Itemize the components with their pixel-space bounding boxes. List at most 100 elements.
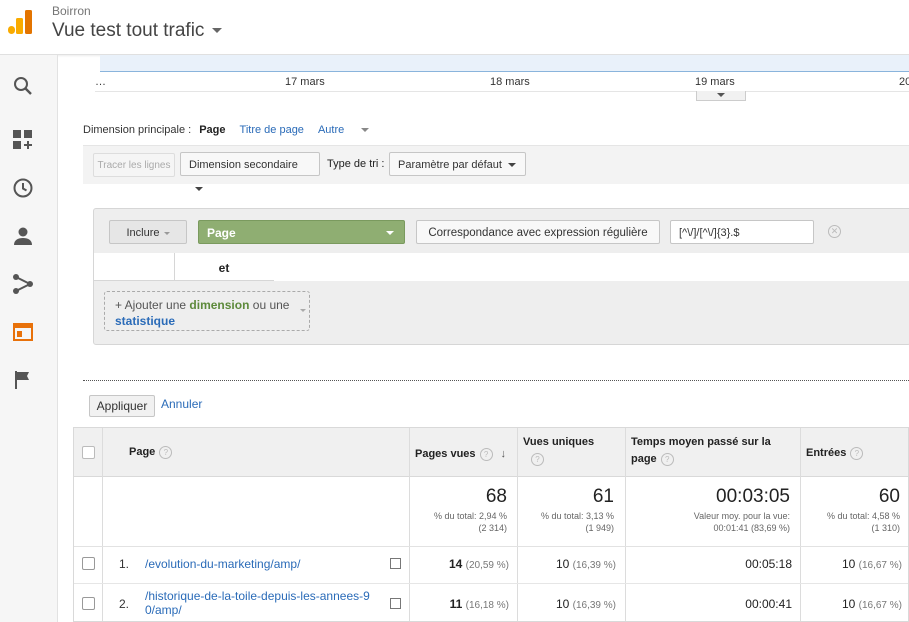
cell-pages-vues: 11 (16,18 %) (450, 597, 509, 611)
trace-lines-button[interactable]: Tracer les lignes (93, 153, 175, 177)
total-temps-avg: Valeur moy. pour la vue: 00:01:41 (83,69 … (694, 510, 790, 534)
filter-dimension-label: Page (207, 226, 236, 240)
header-page[interactable]: Page? (129, 444, 173, 461)
dimension-other[interactable]: Autre (318, 124, 383, 136)
chevron-down-icon (163, 231, 170, 235)
total-pv-pct: % du total: 2,94 % (433, 511, 507, 521)
account-name: Boirron (52, 4, 91, 18)
header-temps-label-2: page (631, 453, 657, 465)
chevron-down-icon (195, 187, 203, 192)
help-icon[interactable]: ? (479, 447, 493, 461)
dimension-other-label: Autre (317, 124, 345, 136)
help-icon[interactable]: ? (850, 446, 864, 460)
header-temps-label: Temps moyen passé sur la (631, 436, 771, 448)
person-icon[interactable] (12, 225, 34, 247)
primary-dimension-row: Dimension principale : Page Titre de page A… (83, 124, 397, 136)
total-vues-uniques: 61 (592, 486, 614, 507)
chevron-down-icon (212, 28, 223, 34)
acquisition-icon[interactable] (12, 273, 34, 295)
add-or: ou une (252, 298, 290, 312)
remove-filter-icon[interactable]: ✕ (828, 225, 841, 238)
behavior-icon[interactable] (12, 321, 34, 343)
sort-type-label: Type de tri : (327, 158, 385, 170)
total-vu-sum: (1 949) (585, 523, 614, 533)
filter-gap (93, 253, 175, 281)
clock-icon[interactable] (12, 177, 34, 199)
pv-pct: (16,18 %) (465, 600, 509, 611)
header-entrees[interactable]: Entrées? (806, 445, 864, 462)
select-all-checkbox[interactable] (82, 446, 95, 459)
dimension-label: Dimension principale : (83, 124, 192, 136)
cell-vues-uniques: 10 (16,39 %) (556, 597, 616, 611)
cell-pages-vues: 14 (20,59 %) (449, 557, 509, 571)
ent-value: 10 (841, 597, 856, 611)
dimension-page[interactable]: Page (199, 124, 225, 136)
page-link[interactable]: /historique-de-la-toile-depuis-les-annee… (145, 589, 390, 617)
add-metric-link[interactable]: statistique (115, 314, 175, 328)
table-row: 2. /historique-de-la-toile-depuis-les-an… (74, 583, 908, 621)
filter-dimension-dropdown[interactable]: Page (198, 220, 405, 244)
data-table: Page? Pages vues? ↓ Vues uniques? Temps m… (73, 427, 909, 622)
table-toolbar: Tracer les lignes Dimension secondaire T… (83, 145, 909, 192)
total-temps-l2: 00:01:41 (83,69 %) (713, 523, 790, 533)
chevron-down-icon (507, 163, 516, 168)
search-icon[interactable] (12, 75, 34, 97)
pv-value: 14 (448, 557, 463, 571)
cell-entrees: 10 (16,67 %) (842, 557, 902, 571)
dimension-page-title[interactable]: Titre de page (240, 124, 304, 136)
row-checkbox[interactable] (82, 597, 95, 610)
flag-icon[interactable] (12, 369, 34, 391)
total-entrees: 60 (878, 486, 900, 507)
help-icon[interactable]: ? (660, 452, 674, 466)
divider (83, 380, 909, 381)
add-dimension-link[interactable]: dimension (189, 298, 249, 312)
vu-pct: (16,39 %) (572, 560, 616, 571)
header-vues-uniques[interactable]: Vues uniques? (523, 434, 594, 468)
ent-pct: (16,67 %) (858, 560, 902, 571)
pv-pct: (20,59 %) (465, 560, 509, 571)
filter-gap-right (274, 253, 909, 281)
chart-area (100, 55, 909, 72)
add-dimension-or-metric[interactable]: + Ajouter une dimension ou une statistiq… (104, 291, 310, 331)
secondary-dimension-dropdown[interactable]: Dimension secondaire (180, 152, 320, 192)
header-pages-vues[interactable]: Pages vues? ↓ (415, 446, 506, 463)
ent-pct: (16,67 %) (858, 600, 902, 611)
sort-type-dropdown[interactable]: Paramètre par défaut (389, 152, 526, 176)
view-selector[interactable]: Vue test tout trafic (52, 20, 223, 42)
row-checkbox[interactable] (82, 557, 95, 570)
vu-value: 10 (555, 597, 570, 611)
axis-tick: 20 (899, 76, 909, 88)
header-vues-uniques-label: Vues uniques (523, 436, 595, 448)
header-entrees-label: Entrées (806, 447, 847, 459)
table-row: 1. /evolution-du-marketing/amp/ 14 (20,5… (74, 547, 908, 584)
include-dropdown[interactable]: Inclure (109, 220, 187, 244)
chart-collapse-toggle[interactable] (696, 91, 746, 101)
regex-input[interactable]: [^\/]/[^\/]{3}.$ (670, 220, 814, 244)
match-type-button[interactable]: Correspondance avec expression régulière (416, 220, 660, 244)
dashboard-icon[interactable] (12, 129, 34, 151)
sort-arrow-down-icon: ↓ (500, 448, 507, 460)
total-pv-sum: (2 314) (478, 523, 507, 533)
and-label: et (218, 261, 230, 275)
apply-button[interactable]: Appliquer (89, 395, 155, 417)
external-link-icon[interactable] (390, 558, 401, 569)
chevron-down-icon (386, 231, 394, 235)
cell-temps: 00:05:18 (745, 557, 792, 571)
help-icon[interactable]: ? (159, 445, 173, 459)
secondary-dimension-label: Dimension secondaire (189, 159, 298, 171)
vu-pct: (16,39 %) (572, 600, 616, 611)
header-temps-moyen[interactable]: Temps moyen passé sur la page? (631, 434, 791, 468)
cell-vues-uniques: 10 (16,39 %) (556, 557, 616, 571)
help-icon[interactable]: ? (531, 452, 544, 466)
analytics-logo-icon (6, 8, 34, 36)
vu-value: 10 (555, 557, 570, 571)
cancel-link[interactable]: Annuler (161, 397, 202, 411)
total-vues-uniques-pct: % du total: 3,13 % (1 949) (541, 510, 614, 534)
page-link[interactable]: /evolution-du-marketing/amp/ (145, 557, 300, 571)
total-temps: 00:03:05 (716, 486, 790, 507)
external-link-icon[interactable] (390, 598, 401, 609)
filter-panel: Inclure Page Correspondance avec express… (93, 208, 909, 256)
page-link-l1: /historique-de-la-toile-depuis-les-annee… (145, 589, 370, 603)
total-pages-vues-pct: % du total: 2,94 % (2 314) (434, 510, 507, 534)
total-ent-sum: (1 310) (871, 523, 900, 533)
